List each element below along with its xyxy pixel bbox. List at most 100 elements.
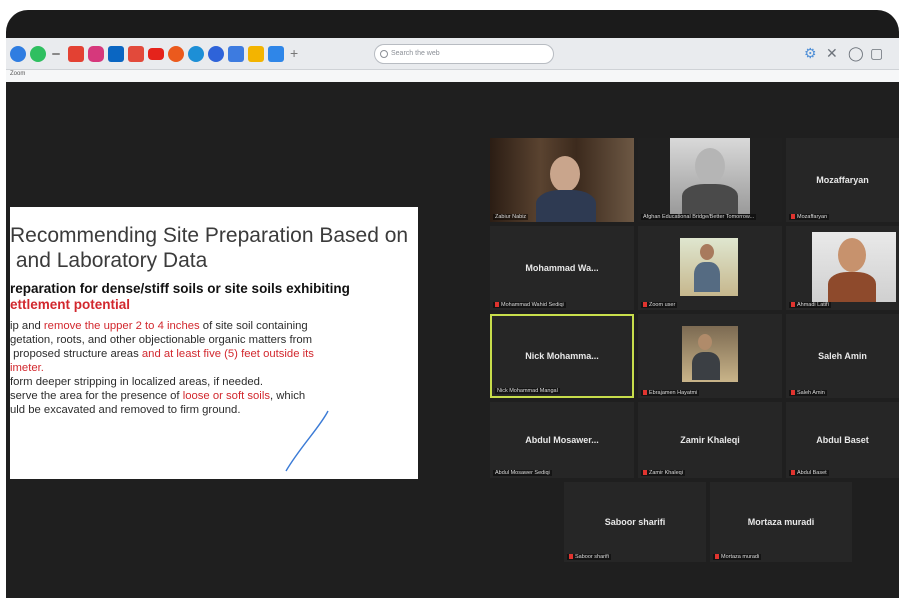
participant-face [838, 238, 866, 272]
participant-face [695, 148, 725, 184]
slide-body-run: serve the area for the presence of [10, 390, 183, 402]
browser-app-icon[interactable] [10, 46, 26, 62]
search-icon [380, 50, 388, 58]
search-input[interactable]: Search the web [374, 44, 554, 64]
muted-mic-icon [495, 302, 499, 308]
participant-body [692, 352, 720, 380]
muted-mic-icon [791, 302, 795, 308]
slide-body: ip and remove the upper 2 to 4 inches of… [10, 319, 414, 417]
linkedin-icon[interactable] [108, 46, 124, 62]
participant-name: Mohammad Wa... [525, 263, 599, 273]
slide-body-run: form deeper stripping in localized areas… [10, 376, 264, 388]
participant-caption: Abdul Baset [789, 470, 829, 476]
muted-mic-icon [643, 390, 647, 396]
youtube-icon[interactable] [148, 48, 164, 60]
participant-tile[interactable]: Saleh Amin Saleh Amin [786, 314, 899, 398]
browser-toolbar: + Search the web ⚙ ✕ ◯ ▢ [6, 38, 899, 70]
tab-label[interactable]: Zoom [10, 71, 25, 77]
participant-face [550, 156, 580, 192]
slide-body-run: proposed structure areas [10, 348, 142, 360]
settings-icon[interactable]: ◯ [848, 45, 864, 61]
participant-caption: Ebrajamen Hayatmi [641, 390, 700, 396]
participant-face [700, 244, 714, 260]
participant-tile[interactable]: Zabiur Nabiz [490, 138, 634, 222]
participant-tile[interactable]: Mozaffaryan Mozaffaryan [786, 138, 899, 222]
muted-mic-icon [569, 554, 573, 560]
docs-icon[interactable] [228, 46, 244, 62]
close-icon[interactable]: ✕ [826, 45, 838, 61]
participant-tile[interactable]: Ahmadi Latifi [786, 226, 899, 310]
muted-mic-icon [643, 470, 647, 476]
edge-icon[interactable] [188, 46, 204, 62]
muted-mic-icon [643, 302, 647, 308]
slide-body-run: of site soil containing [202, 320, 308, 332]
participant-name: Abdul Mosawer... [525, 435, 599, 445]
slide-body-run: loose or soft soils [182, 390, 270, 402]
slide-body-run: remove the upper 2 to 4 inches [43, 320, 200, 332]
meeting-stage: Recommending Site Preparation Based on a… [6, 82, 899, 598]
participant-caption: Saleh Amin [789, 390, 827, 396]
participant-body [536, 190, 596, 222]
participant-tile[interactable]: Abdul Baset Abdul Baset [786, 402, 899, 478]
slide-body-run: imeter. [10, 362, 44, 374]
slide-body-run: and at least five (5) feet outside its [141, 348, 314, 360]
participant-tile-active-speaker[interactable]: Nick Mohamma... Nick Mohammad Mangal [490, 314, 634, 398]
participant-body [694, 262, 720, 292]
participant-tile[interactable]: Mohammad Wa... Mohammad Wahid Sediqi [490, 226, 634, 310]
muted-mic-icon [791, 214, 795, 220]
tab-strip: Zoom [6, 70, 899, 82]
instagram-icon[interactable] [88, 46, 104, 62]
participant-caption: Saboor sharifi [567, 554, 611, 560]
participant-face [698, 334, 712, 350]
participant-body [682, 184, 738, 214]
participant-caption: Mohammad Wahid Sediqi [493, 302, 566, 308]
participant-tile[interactable]: Abdul Mosawer... Abdul Mosawer Sediqi [490, 402, 634, 478]
slide-body-run: getation, roots, and other objectionable… [10, 334, 313, 346]
participant-name: Zamir Khaleqi [680, 435, 740, 445]
participant-caption: Afghan Educational Bridge/Better Tomorro… [641, 214, 757, 220]
calendar-icon[interactable] [268, 46, 284, 62]
participant-name: Mortaza muradi [747, 517, 815, 527]
profile-icon[interactable]: ⚙ [804, 45, 817, 61]
participant-name: Abdul Baset [816, 435, 869, 445]
photo-frame: + Search the web ⚙ ✕ ◯ ▢ Zoom Recommendi… [0, 0, 901, 601]
participant-caption: Nick Mohammad Mangal [495, 388, 560, 394]
muted-mic-icon [715, 554, 719, 560]
annotation-stroke [285, 410, 329, 472]
participant-caption: Mortaza muradi [713, 554, 762, 560]
participant-caption: Abdul Mosawer Sediqi [493, 470, 552, 476]
bookmark-icon[interactable] [128, 46, 144, 62]
drive-icon[interactable] [248, 46, 264, 62]
office-icon[interactable] [168, 46, 184, 62]
whatsapp-icon[interactable] [30, 46, 46, 62]
muted-mic-icon [791, 390, 795, 396]
participant-caption: Ahmadi Latifi [789, 302, 831, 308]
participant-caption: Zoom user [641, 302, 678, 308]
muted-mic-icon [791, 470, 795, 476]
slide-title: Recommending Site Preparation Based on a… [10, 224, 409, 272]
participant-tile[interactable]: Zoom user [638, 226, 782, 310]
participant-tile[interactable]: Zamir Khaleqi Zamir Khaleqi [638, 402, 782, 478]
participant-name: Saboor sharifi [604, 517, 666, 527]
shared-slide: Recommending Site Preparation Based on a… [10, 207, 418, 479]
participant-caption: Mozaffaryan [789, 214, 830, 220]
slide-subtitle-line2: ettlement potential [10, 297, 131, 312]
app-icon-blue[interactable] [208, 46, 224, 62]
gmail-icon[interactable] [68, 46, 84, 62]
extension-icon[interactable]: ▢ [870, 45, 883, 61]
add-icon[interactable]: + [290, 46, 306, 62]
slide-subtitle: reparation for dense/stiff soils or site… [10, 281, 414, 313]
participant-tile[interactable]: Saboor sharifi Saboor sharifi [564, 482, 706, 562]
search-placeholder: Search the web [391, 50, 440, 57]
participant-tile[interactable]: Mortaza muradi Mortaza muradi [710, 482, 852, 562]
participant-name: Saleh Amin [818, 351, 867, 361]
participant-name: Nick Mohamma... [525, 351, 599, 361]
participant-body [828, 272, 876, 302]
participant-tile[interactable]: Afghan Educational Bridge/Better Tomorro… [638, 138, 782, 222]
minus-icon[interactable] [52, 53, 60, 55]
slide-body-run: ip and [10, 320, 44, 332]
participant-name: Mozaffaryan [816, 175, 869, 185]
slide-subtitle-line1: reparation for dense/stiff soils or site… [10, 281, 350, 296]
monitor-screen: + Search the web ⚙ ✕ ◯ ▢ Zoom Recommendi… [6, 10, 899, 598]
participant-tile[interactable]: Ebrajamen Hayatmi [638, 314, 782, 398]
